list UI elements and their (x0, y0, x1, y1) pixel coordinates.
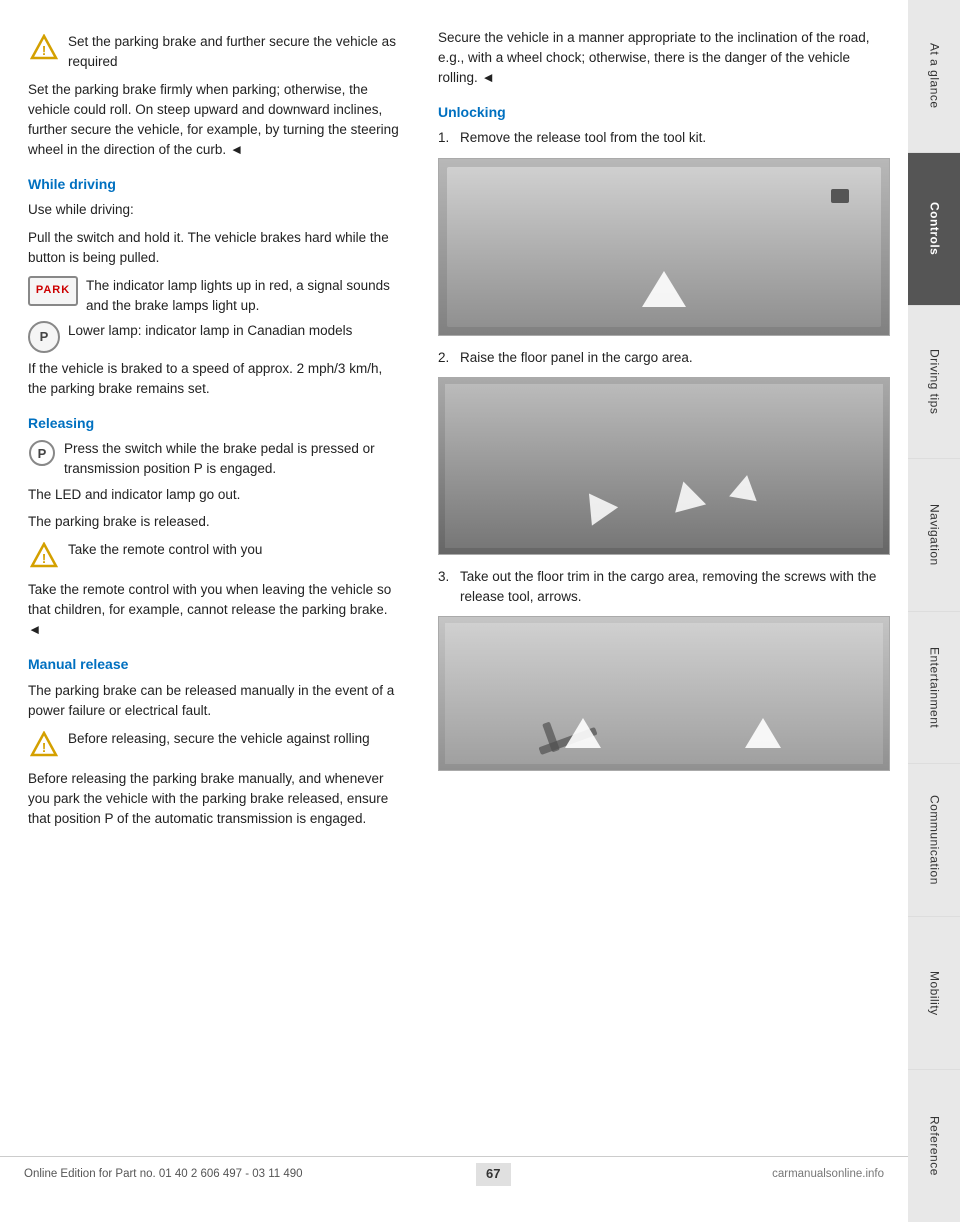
sidebar-item-mobility[interactable]: Mobility (908, 917, 960, 1070)
parking-brake-warning-box: ! Set the parking brake and further secu… (28, 32, 400, 72)
sidebar-item-driving-tips[interactable]: Driving tips (908, 306, 960, 459)
manual-release-heading: Manual release (28, 654, 400, 674)
left-column: ! Set the parking brake and further secu… (0, 18, 420, 1156)
led-text: The LED and indicator lamp go out. (28, 485, 400, 505)
while-driving-use-text: Use while driving: (28, 200, 400, 220)
while-driving-pull-text: Pull the switch and hold it. The vehicle… (28, 228, 400, 268)
take-remote-warning-box: ! Take the remote control with you (28, 540, 400, 572)
step-3-text: Take out the floor trim in the cargo are… (460, 567, 890, 606)
right-column: Secure the vehicle in a manner appropria… (420, 18, 908, 1156)
park-badge: PARK (28, 276, 78, 306)
circle-p-label: P (40, 328, 49, 347)
svg-text:!: ! (42, 551, 46, 566)
park-indicator-box: PARK The indicator lamp lights up in red… (28, 276, 400, 315)
trunk-image-3 (438, 616, 890, 771)
brake-released-text: The parking brake is released. (28, 512, 400, 532)
trunk-image-1 (438, 158, 890, 336)
parking-brake-body-text: Set the parking brake firmly when parkin… (28, 80, 400, 160)
parking-brake-warning-text: Set the parking brake and further secure… (68, 32, 400, 72)
circle-p-small-icon: P (28, 439, 56, 467)
step-2-text: Raise the floor panel in the cargo area. (460, 348, 693, 368)
warning-triangle-icon: ! (28, 32, 60, 64)
warning-triangle-icon-3: ! (28, 729, 60, 761)
sidebar-item-label: Entertainment (925, 647, 942, 728)
footer: Online Edition for Part no. 01 40 2 606 … (0, 1156, 908, 1192)
step-3: 3. Take out the floor trim in the cargo … (438, 567, 890, 606)
releasing-heading: Releasing (28, 413, 400, 433)
circle-p-indicator-box: P Lower lamp: indicator lamp in Canadian… (28, 321, 400, 353)
arrow-up-right-icon (745, 718, 781, 748)
before-releasing-warning-box: ! Before releasing, secure the vehicle a… (28, 729, 400, 761)
lower-lamp-text: Lower lamp: indicator lamp in Canadian m… (68, 321, 352, 341)
svg-text:!: ! (42, 740, 46, 755)
sidebar-item-label: Navigation (925, 504, 942, 566)
sidebar-item-reference[interactable]: Reference (908, 1070, 960, 1222)
sidebar-item-at-a-glance[interactable]: At a glance (908, 0, 960, 153)
circle-p-badge: P (28, 321, 60, 353)
footer-right-placeholder: carmanualsonline.info (684, 1166, 884, 1183)
warning-triangle-icon-2: ! (28, 540, 60, 572)
sidebar-item-controls[interactable]: Controls (908, 153, 960, 306)
arrow-up-left-icon (565, 718, 601, 748)
park-indicator-text: The indicator lamp lights up in red, a s… (86, 276, 400, 315)
step-2: 2. Raise the floor panel in the cargo ar… (438, 348, 890, 368)
sidebar-item-navigation[interactable]: Navigation (908, 459, 960, 612)
step-1-text: Remove the release tool from the tool ki… (460, 128, 706, 148)
if-braked-text: If the vehicle is braked to a speed of a… (28, 359, 400, 399)
svg-text:P: P (38, 446, 47, 461)
sidebar-item-label: Mobility (925, 971, 942, 1016)
sidebar-item-label: Driving tips (925, 349, 942, 414)
releasing-warning-box: P Press the switch while the brake pedal… (28, 439, 400, 478)
unlocking-heading: Unlocking (438, 102, 890, 122)
sidebar-item-label: Controls (925, 202, 942, 255)
before-releasing-warning-text: Before releasing, secure the vehicle aga… (68, 729, 370, 749)
releasing-text: Press the switch while the brake pedal i… (64, 439, 400, 478)
sidebar-item-communication[interactable]: Communication (908, 764, 960, 917)
svg-text:!: ! (42, 43, 46, 58)
take-remote-body-text: Take the remote control with you when le… (28, 580, 400, 640)
sidebar-item-entertainment[interactable]: Entertainment (908, 612, 960, 765)
manual-release-text: The parking brake can be released manual… (28, 681, 400, 721)
before-releasing-body-text: Before releasing the parking brake manua… (28, 769, 400, 829)
step-3-number: 3. (438, 567, 460, 587)
sidebar-item-label: Communication (925, 795, 942, 885)
arrow-up-icon-1 (642, 271, 686, 307)
step-2-number: 2. (438, 348, 460, 368)
step-1-number: 1. (438, 128, 460, 148)
trunk-image-2 (438, 377, 890, 555)
sidebar-item-label: At a glance (925, 43, 942, 109)
while-driving-heading: While driving (28, 174, 400, 194)
step-1: 1. Remove the release tool from the tool… (438, 128, 890, 148)
take-remote-warning-text: Take the remote control with you (68, 540, 262, 560)
footer-text: Online Edition for Part no. 01 40 2 606 … (24, 1166, 303, 1183)
sidebar-item-label: Reference (925, 1116, 942, 1176)
secure-vehicle-text: Secure the vehicle in a manner appropria… (438, 28, 890, 88)
sidebar-navigation: At a glance Controls Driving tips Naviga… (908, 0, 960, 1222)
page-number: 67 (476, 1163, 510, 1186)
